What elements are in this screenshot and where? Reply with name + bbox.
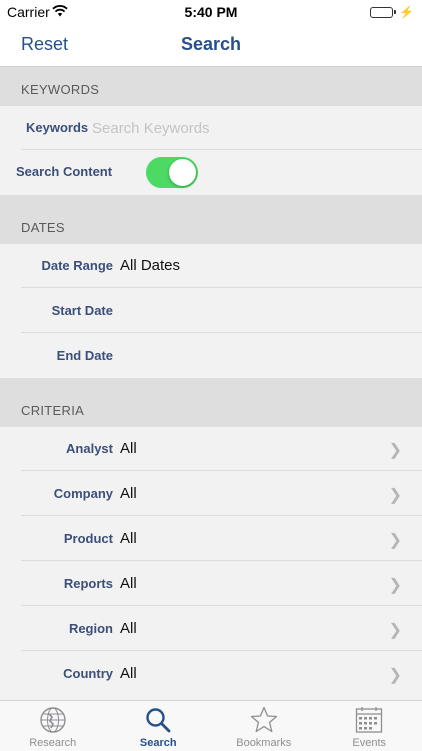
tab-research[interactable]: Research bbox=[0, 701, 106, 751]
calendar-icon bbox=[354, 705, 384, 740]
analyst-row[interactable]: Analyst All ❯ bbox=[0, 427, 422, 471]
tab-label: Events bbox=[317, 737, 422, 749]
row-value: All bbox=[120, 620, 137, 637]
section-header-keywords: KEYWORDS bbox=[0, 67, 422, 106]
row-label: End Date bbox=[57, 348, 113, 363]
row-label: Region bbox=[69, 621, 113, 636]
search-content-row: Search Content bbox=[0, 150, 422, 194]
row-label: Company bbox=[54, 486, 113, 501]
status-time: 5:40 PM bbox=[0, 4, 422, 20]
navigation-bar: Reset Search bbox=[0, 24, 422, 67]
battery-icon: ⚡ bbox=[370, 5, 414, 19]
page-title: Search bbox=[0, 34, 422, 55]
tab-label: Bookmarks bbox=[211, 737, 317, 749]
chevron-right-icon: ❯ bbox=[389, 665, 402, 685]
section-title: CRITERIA bbox=[21, 403, 84, 418]
region-row[interactable]: Region All ❯ bbox=[0, 607, 422, 651]
tab-events[interactable]: Events bbox=[317, 701, 422, 751]
row-value: All bbox=[120, 665, 137, 682]
row-value: All bbox=[120, 485, 137, 502]
section-header-dates: DATES bbox=[0, 195, 422, 244]
chevron-right-icon: ❯ bbox=[389, 620, 402, 640]
row-value: All bbox=[120, 440, 137, 457]
section-header-criteria: CRITERIA bbox=[0, 378, 422, 427]
row-label: Reports bbox=[64, 576, 113, 591]
keywords-label: Keywords bbox=[26, 120, 88, 135]
row-value: All Dates bbox=[120, 257, 180, 274]
end-date-row[interactable]: End Date bbox=[0, 334, 422, 378]
search-content-toggle[interactable] bbox=[146, 157, 198, 188]
reports-row[interactable]: Reports All ❯ bbox=[0, 562, 422, 606]
product-row[interactable]: Product All ❯ bbox=[0, 517, 422, 561]
chevron-right-icon: ❯ bbox=[389, 440, 402, 460]
date-range-row[interactable]: Date Range All Dates bbox=[0, 244, 422, 288]
chevron-right-icon: ❯ bbox=[389, 530, 402, 550]
tab-label: Search bbox=[106, 737, 212, 749]
status-bar: Carrier 5:40 PM ⚡ bbox=[0, 0, 422, 24]
tab-label: Research bbox=[0, 737, 106, 749]
keywords-row: Keywords bbox=[0, 106, 422, 150]
section-title: DATES bbox=[21, 220, 65, 235]
star-icon bbox=[249, 705, 279, 740]
keywords-input[interactable] bbox=[92, 116, 392, 140]
row-value: All bbox=[120, 575, 137, 592]
row-label: Start Date bbox=[52, 303, 113, 318]
chevron-right-icon: ❯ bbox=[389, 485, 402, 505]
charging-bolt-icon: ⚡ bbox=[399, 5, 414, 19]
row-label: Product bbox=[64, 531, 113, 546]
globe-icon bbox=[38, 705, 68, 740]
tab-search[interactable]: Search bbox=[106, 701, 212, 751]
search-content-label: Search Content bbox=[16, 164, 112, 179]
company-row[interactable]: Company All ❯ bbox=[0, 472, 422, 516]
row-label: Date Range bbox=[41, 258, 113, 273]
chevron-right-icon: ❯ bbox=[389, 575, 402, 595]
row-value: All bbox=[120, 530, 137, 547]
tab-bar: Research Search Bookmarks bbox=[0, 700, 422, 751]
tab-bookmarks[interactable]: Bookmarks bbox=[211, 701, 317, 751]
section-title: KEYWORDS bbox=[21, 82, 99, 97]
row-label: Country bbox=[63, 666, 113, 681]
toggle-knob bbox=[169, 159, 196, 186]
country-row[interactable]: Country All ❯ bbox=[0, 652, 422, 696]
row-label: Analyst bbox=[66, 441, 113, 456]
search-icon bbox=[143, 705, 173, 740]
start-date-row[interactable]: Start Date bbox=[0, 289, 422, 333]
